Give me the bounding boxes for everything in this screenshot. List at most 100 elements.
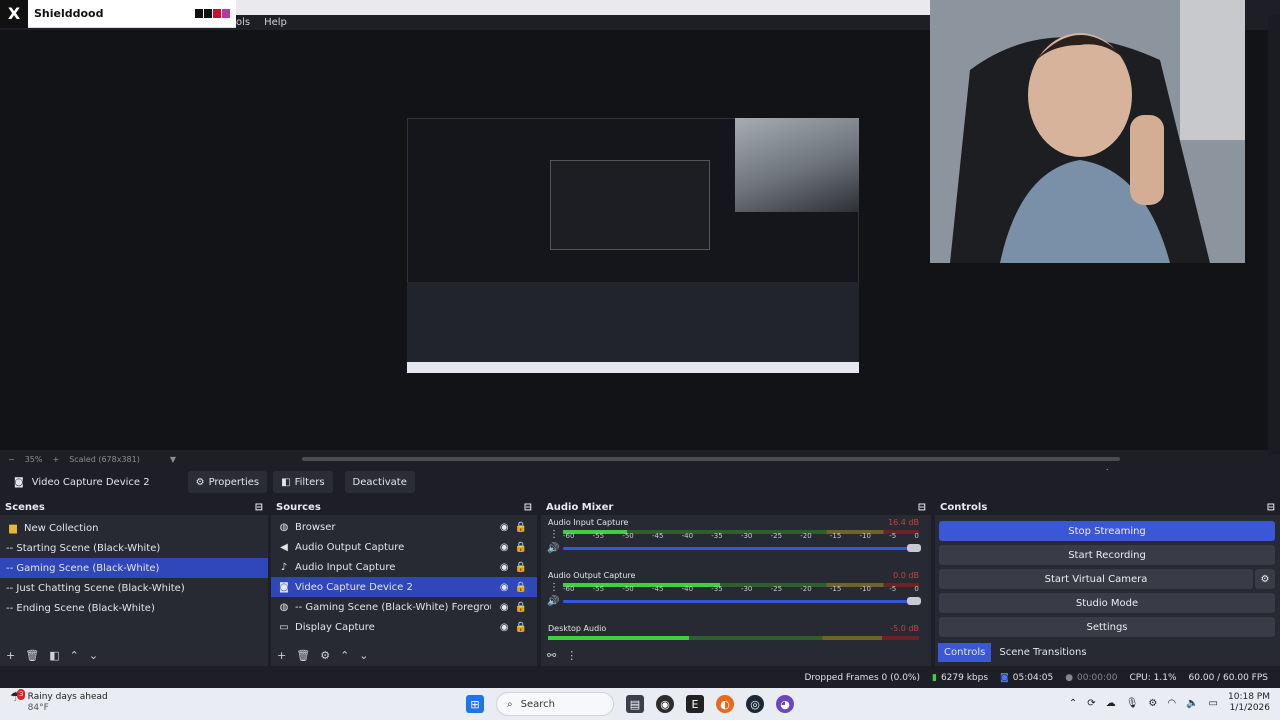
zoom-out-icon[interactable]: − — [8, 455, 15, 464]
channel-name: Audio Input Capture — [548, 518, 629, 527]
scene-item[interactable]: ▆ New Collection — [0, 518, 268, 538]
scenes-dock: Scenes ⊟ ▆ New Collection -- Starting Sc… — [0, 500, 268, 666]
move-up-icon[interactable]: ⌃ — [340, 649, 349, 662]
network-icon[interactable]: ⟳ — [1087, 698, 1095, 709]
meter-scale: -60 -55 -50 -45 -40 -35 -30 -25 -20 -15 -10 -5 0 — [563, 585, 919, 593]
studio-mode-button[interactable]: Studio Mode — [939, 593, 1275, 613]
lock-icon[interactable]: 🔒 — [515, 582, 527, 593]
discord-icon[interactable]: ◕ — [776, 695, 794, 713]
wifi-icon[interactable]: ◠ — [1167, 698, 1176, 709]
weather-widget[interactable]: ☂ 3 Rainy days ahead 84°F — [10, 689, 108, 714]
dock-undock-icon[interactable]: ⊟ — [918, 502, 926, 513]
microphone-icon[interactable]: 🎙 — [1126, 698, 1139, 709]
lock-icon[interactable]: 🔒 — [515, 542, 527, 553]
windows-start-icon[interactable]: ⊞ — [466, 695, 484, 713]
lock-icon[interactable]: 🔒 — [515, 562, 527, 573]
obs-icon[interactable]: ◉ — [656, 695, 674, 713]
scale-dropdown-icon[interactable]: ▼ — [170, 455, 176, 464]
tab-scene-transitions[interactable]: Scene Transitions — [993, 643, 1092, 662]
lock-icon[interactable]: 🔒 — [515, 522, 527, 533]
clock[interactable]: 10:18 PM 1/1/2026 — [1228, 692, 1270, 714]
taskbar-search[interactable]: ⌕ Search — [496, 692, 614, 716]
filter-icon[interactable]: ◧ — [49, 649, 59, 662]
trash-icon[interactable]: 🗑 — [296, 649, 310, 662]
scene-item[interactable]: -- Just Chatting Scene (Black-White) — [0, 578, 268, 598]
start-virtual-camera-button[interactable]: Start Virtual Camera — [939, 569, 1253, 589]
stop-streaming-button[interactable]: Stop Streaming — [939, 521, 1275, 541]
epic-games-icon[interactable]: E — [686, 695, 704, 713]
move-down-icon[interactable]: ⌄ — [359, 649, 368, 662]
properties-label: Properties — [208, 476, 260, 488]
controls-dock: Controls ⊟ Stop Streaming Start Recordin… — [935, 500, 1280, 666]
add-icon[interactable]: + — [277, 649, 286, 662]
move-up-icon[interactable]: ⌃ — [70, 649, 79, 662]
deactivate-button[interactable]: Deactivate — [344, 471, 415, 493]
bitrate-value: 6279 kbps — [940, 673, 989, 683]
trash-icon[interactable]: 🗑 — [25, 649, 39, 662]
battery-icon[interactable]: ▭ — [1209, 698, 1218, 709]
scale-tick-label: -30 — [740, 585, 753, 593]
dock-undock-icon[interactable]: ⊟ — [255, 502, 263, 513]
source-label: Display Capture — [295, 621, 375, 633]
kebab-menu-icon[interactable]: ⋮ — [566, 649, 577, 662]
tab-controls[interactable]: Controls — [938, 643, 992, 662]
eye-icon[interactable]: ◉ — [500, 522, 509, 533]
scene-item[interactable]: -- Ending Scene (Black-White) — [0, 598, 268, 618]
dock-title: Audio Mixer ⊟ — [541, 500, 931, 515]
add-icon[interactable]: + — [6, 649, 15, 662]
link-icon[interactable]: ⚯ — [547, 649, 556, 662]
scene-item-selected[interactable]: -- Gaming Scene (Black-White) — [0, 558, 268, 578]
gear-icon[interactable]: ⚙ — [1148, 698, 1157, 709]
scale-tick-label: -25 — [770, 532, 783, 540]
monitor-icon: ▭ — [279, 621, 289, 633]
channel-name: Audio Output Capture — [548, 571, 636, 580]
properties-button[interactable]: ⚙ Properties — [187, 471, 268, 493]
preview-horizontal-scrollbar[interactable] — [302, 457, 1120, 461]
kebab-menu-icon[interactable]: ⋮ — [549, 582, 559, 593]
file-explorer-icon[interactable]: ▤ — [626, 695, 644, 713]
eye-icon[interactable]: ◉ — [500, 542, 509, 553]
zoom-in-icon[interactable]: + — [52, 455, 59, 464]
settings-button[interactable]: Settings — [939, 617, 1275, 637]
dock-undock-icon[interactable]: ⊟ — [524, 502, 532, 513]
source-item-selected[interactable]: ◙ Video Capture Device 2 ◉ 🔒 — [271, 577, 537, 597]
color-swatch-icon — [222, 9, 230, 18]
start-recording-button[interactable]: Start Recording — [939, 545, 1275, 565]
volume-slider[interactable] — [563, 597, 921, 605]
volume-icon[interactable]: 🔈 — [1186, 698, 1198, 709]
dock-undock-icon[interactable]: ⊟ — [1267, 502, 1275, 513]
sources-title: Sources — [276, 502, 321, 513]
volume-slider[interactable] — [563, 544, 921, 552]
source-item[interactable]: ▭ Display Capture ◉ 🔒 — [271, 617, 537, 637]
lock-icon[interactable]: 🔒 — [515, 602, 527, 613]
source-item[interactable]: ◍ Browser ◉ 🔒 — [271, 517, 537, 537]
virtual-camera-settings-button[interactable]: ⚙ — [1255, 569, 1275, 589]
volume-knob[interactable] — [907, 597, 921, 605]
source-item[interactable]: ♪ Audio Input Capture ◉ 🔒 — [271, 557, 537, 577]
move-down-icon[interactable]: ⌄ — [89, 649, 98, 662]
eye-icon[interactable]: ◉ — [500, 622, 509, 633]
gear-icon[interactable]: ⚙ — [320, 649, 330, 662]
preview-vertical-scrollbar[interactable] — [1268, 15, 1280, 455]
filters-button[interactable]: ◧ Filters — [273, 471, 333, 493]
kebab-menu-icon[interactable]: ⋮ — [549, 529, 559, 540]
tray-overflow-icon[interactable]: ⌃ — [1069, 698, 1077, 709]
speaker-icon[interactable]: 🔊 — [547, 543, 559, 554]
eye-icon[interactable]: ◉ — [500, 582, 509, 593]
eye-icon[interactable]: ◉ — [500, 562, 509, 573]
lock-icon[interactable]: 🔒 — [515, 622, 527, 633]
menu-help[interactable]: Help — [264, 17, 287, 28]
color-swatch-icon — [213, 9, 221, 18]
scale-tick-label: 0 — [914, 585, 919, 593]
cloud-icon[interactable]: ☁ — [1106, 698, 1116, 709]
menu-tools[interactable]: ols — [236, 17, 250, 28]
source-item[interactable]: ◀ Audio Output Capture ◉ 🔒 — [271, 537, 537, 557]
source-item[interactable]: ◍ -- Gaming Scene (Black-White) Foregrou… — [271, 597, 537, 617]
firefox-icon[interactable]: ◐ — [716, 695, 734, 713]
speaker-icon[interactable]: 🔊 — [547, 596, 559, 607]
menu-bar: ols Help — [236, 17, 301, 28]
volume-knob[interactable] — [907, 544, 921, 552]
steam-icon[interactable]: ◎ — [746, 695, 764, 713]
eye-icon[interactable]: ◉ — [500, 602, 509, 613]
scene-item[interactable]: -- Starting Scene (Black-White) — [0, 538, 268, 558]
